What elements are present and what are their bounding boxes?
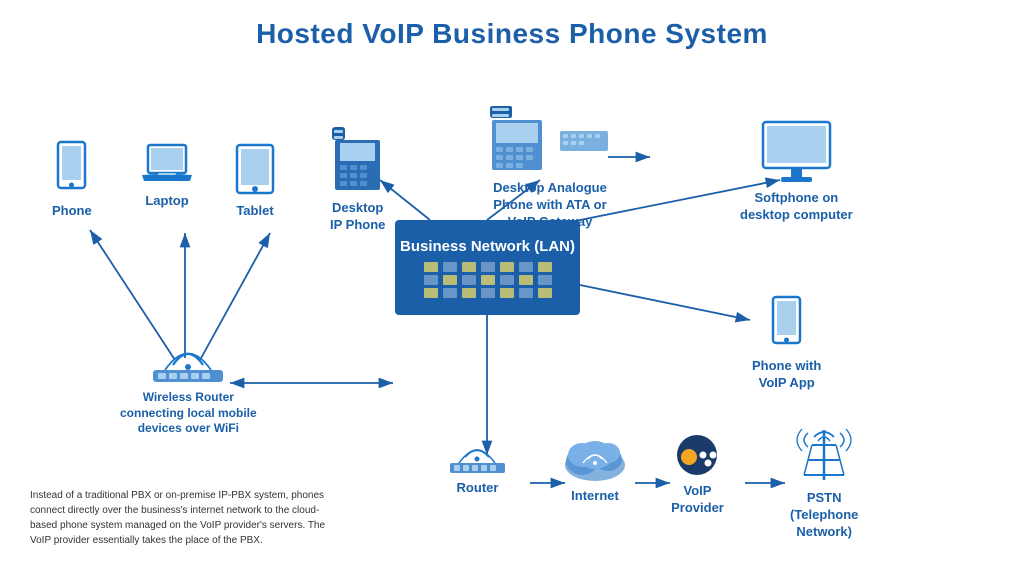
wireless-router-label: Wireless Routerconnecting local mobilede… — [120, 390, 257, 437]
device-softphone: Softphone ondesktop computer — [740, 120, 853, 224]
phone-label: Phone — [52, 203, 92, 220]
device-internet: Internet — [560, 433, 630, 505]
softphone-label: Softphone ondesktop computer — [740, 190, 853, 224]
info-text: Instead of a traditional PBX or on-premi… — [30, 488, 330, 548]
device-phone: Phone — [52, 140, 92, 220]
device-voip-provider: VoIPProvider — [665, 433, 730, 517]
laptop-label: Laptop — [145, 193, 188, 210]
device-router-bottom: Router — [445, 435, 510, 497]
main-diagram: Phone Laptop Tablet — [0, 65, 1024, 576]
device-analogue: Desktop AnaloguePhone with ATA orVoIP Ga… — [490, 105, 610, 231]
device-voip-app: Phone withVoIP App — [752, 295, 821, 392]
voip-app-label: Phone withVoIP App — [752, 358, 821, 392]
router-bottom-label: Router — [457, 480, 499, 497]
device-wireless-router: Wireless Routerconnecting local mobilede… — [120, 335, 257, 437]
business-network-label: Business Network (LAN) — [400, 237, 575, 257]
internet-label: Internet — [571, 488, 619, 505]
device-tablet: Tablet — [234, 143, 276, 220]
pstn-label: PSTN(TelephoneNetwork) — [790, 490, 858, 541]
device-desktop-ip: DesktopIP Phone — [330, 125, 385, 234]
business-network: Business Network (LAN) — [395, 220, 580, 315]
page-title: Hosted VoIP Business Phone System — [0, 0, 1024, 58]
desktop-ip-label: DesktopIP Phone — [330, 200, 385, 234]
device-pstn: PSTN(TelephoneNetwork) — [790, 425, 858, 541]
tablet-label: Tablet — [236, 203, 273, 220]
page-container: Hosted VoIP Business Phone System — [0, 0, 1024, 576]
device-laptop: Laptop — [142, 143, 192, 210]
voip-provider-label: VoIPProvider — [671, 483, 724, 517]
